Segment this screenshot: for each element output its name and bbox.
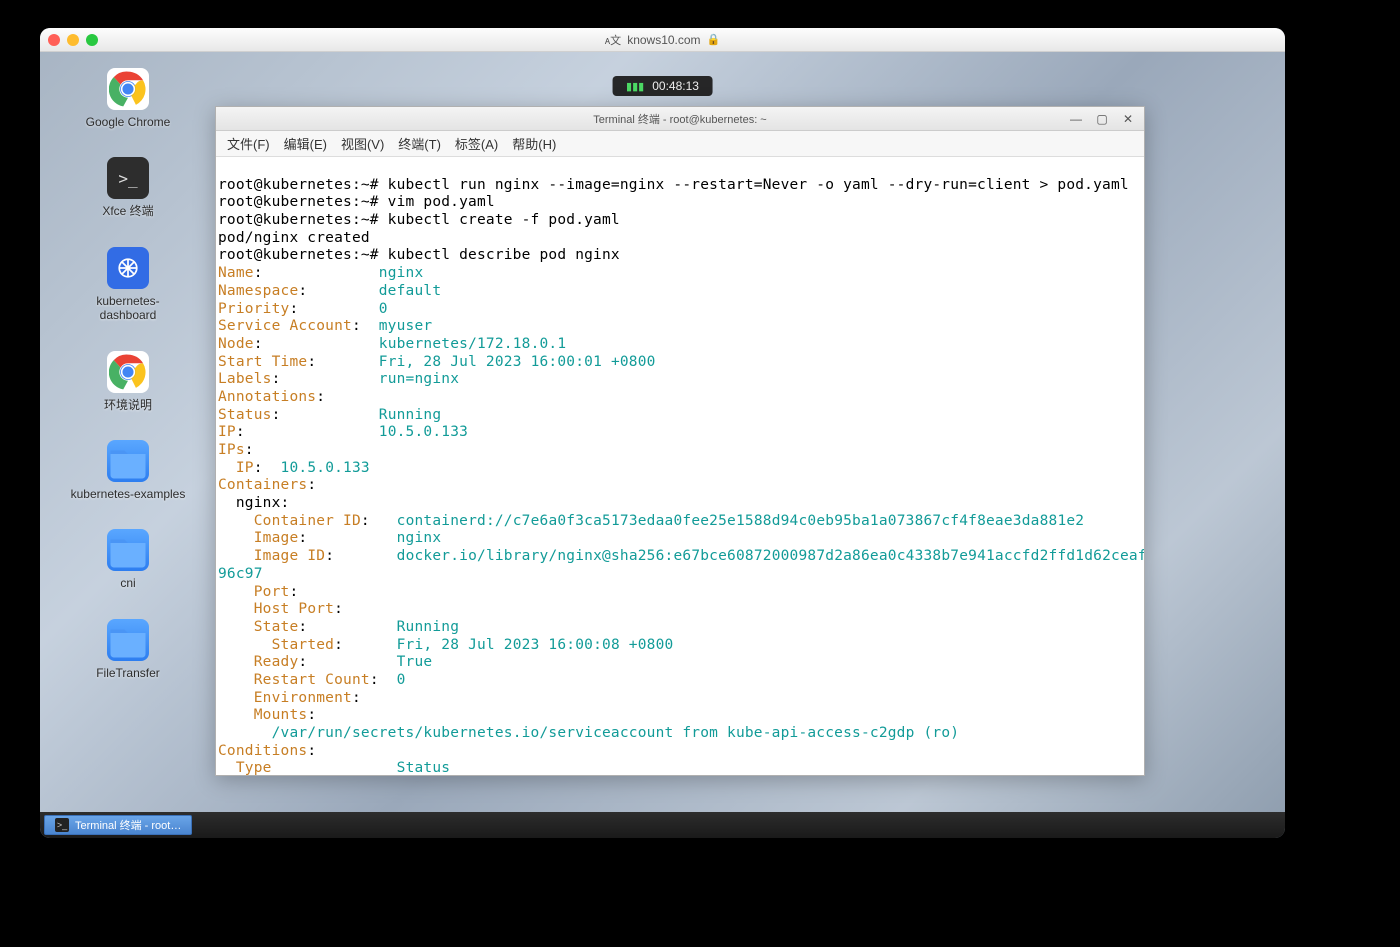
terminal-body[interactable]: root@kubernetes:~# kubectl run nginx --i… xyxy=(216,157,1144,775)
desktop-icon-label: cni xyxy=(120,576,135,590)
recording-badge: ▮▮▮ 00:48:13 xyxy=(612,76,713,96)
desktop-icon-cni[interactable]: cni xyxy=(58,529,198,590)
terminal-title-text: Terminal 终端 - root@kubernetes: ~ xyxy=(593,111,766,127)
taskbar: >_ Terminal 终端 - root… xyxy=(40,812,1285,838)
translate-icon: ᴀ文 xyxy=(605,32,621,48)
desktop-icons: Google Chrome >_ Xfce 终端 kubernetes-dashboa… xyxy=(58,68,198,680)
desktop-icon-xfce-terminal[interactable]: >_ Xfce 终端 xyxy=(58,157,198,218)
menu-item[interactable]: 编辑(E) xyxy=(277,134,334,153)
desktop-icon-label: Google Chrome xyxy=(86,115,171,129)
menu-item[interactable]: 标签(A) xyxy=(448,134,505,153)
menu-item[interactable]: 文件(F) xyxy=(220,134,277,153)
folder-icon xyxy=(107,529,149,571)
signal-icon: ▮▮▮ xyxy=(626,80,644,93)
recording-time: 00:48:13 xyxy=(652,79,699,93)
terminal-icon: >_ xyxy=(107,157,149,199)
maximize-window-icon[interactable] xyxy=(86,34,98,46)
maximize-button[interactable]: ▢ xyxy=(1090,109,1114,129)
desktop-icon-label: Xfce 终端 xyxy=(102,204,153,218)
desktop-icon-chrome[interactable]: Google Chrome xyxy=(58,68,198,129)
terminal-titlebar[interactable]: Terminal 终端 - root@kubernetes: ~ — ▢ ✕ xyxy=(216,107,1144,131)
desktop-icon-label: 环境说明 xyxy=(104,398,152,412)
terminal-menubar: 文件(F)编辑(E)视图(V)终端(T)标签(A)帮助(H) xyxy=(216,131,1144,157)
traffic-lights[interactable] xyxy=(48,34,98,46)
mac-window: ᴀ文 knows10.com 🔒 ▮▮▮ 00:48:13 Google Chr… xyxy=(40,28,1285,838)
menu-item[interactable]: 终端(T) xyxy=(391,134,448,153)
k8s-icon xyxy=(107,247,149,289)
terminal-task-icon: >_ xyxy=(55,818,69,832)
folder-icon xyxy=(107,619,149,661)
desktop-icon-label: kubernetes-dashboard xyxy=(68,294,188,323)
taskbar-item-label: Terminal 终端 - root… xyxy=(75,817,181,833)
url-text: knows10.com xyxy=(627,33,700,47)
url-display[interactable]: ᴀ文 knows10.com 🔒 xyxy=(605,32,721,48)
terminal-window: Terminal 终端 - root@kubernetes: ~ — ▢ ✕ 文… xyxy=(215,106,1145,776)
window-controls: — ▢ ✕ xyxy=(1064,107,1140,131)
minimize-window-icon[interactable] xyxy=(67,34,79,46)
close-button[interactable]: ✕ xyxy=(1116,109,1140,129)
chrome-icon xyxy=(107,68,149,110)
browser-titlebar: ᴀ文 knows10.com 🔒 xyxy=(40,28,1285,52)
folder-icon xyxy=(107,440,149,482)
desktop-icon-label: kubernetes-examples xyxy=(71,487,186,501)
lock-icon: 🔒 xyxy=(707,33,721,46)
taskbar-item-terminal[interactable]: >_ Terminal 终端 - root… xyxy=(44,815,192,835)
close-window-icon[interactable] xyxy=(48,34,60,46)
desktop-icon-k8s-examples[interactable]: kubernetes-examples xyxy=(58,440,198,501)
menu-item[interactable]: 帮助(H) xyxy=(505,134,563,153)
desktop-icon-env-desc[interactable]: 环境说明 xyxy=(58,351,198,412)
menu-item[interactable]: 视图(V) xyxy=(334,134,391,153)
desktop-icon-k8s-dashboard[interactable]: kubernetes-dashboard xyxy=(58,247,198,323)
chrome-icon xyxy=(107,351,149,393)
minimize-button[interactable]: — xyxy=(1064,109,1088,129)
desktop-icon-label: FileTransfer xyxy=(96,666,160,680)
desktop-icon-filetransfer[interactable]: FileTransfer xyxy=(58,619,198,680)
